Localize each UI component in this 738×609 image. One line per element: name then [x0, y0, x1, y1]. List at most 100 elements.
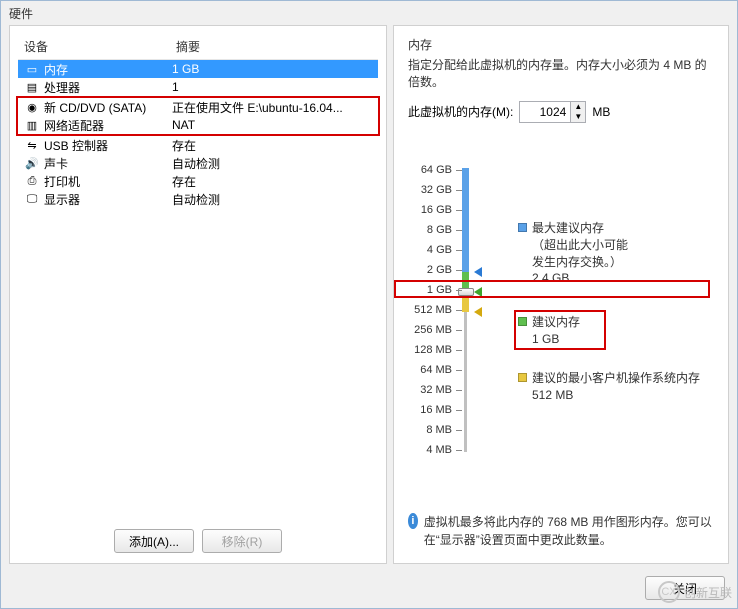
scale-tick-mark [456, 310, 462, 311]
device-name: 声卡 [44, 155, 68, 172]
hardware-dialog: 硬件 设备 摘要 ▭ 内存 1 GB ▤ 处理器 [0, 0, 738, 609]
device-row-sound[interactable]: 🔊 声卡 自动检测 [18, 154, 378, 172]
scale-label: 512 MB [408, 304, 452, 316]
scale-tick-mark [456, 230, 462, 231]
printer-icon: ⎙ [24, 173, 40, 189]
dialog-body: 设备 摘要 ▭ 内存 1 GB ▤ 处理器 1 [9, 25, 729, 564]
device-summary: 自动检测 [172, 191, 372, 208]
note-max-title: 最大建议内存 [532, 221, 604, 235]
scale-tick: 2 GB [408, 262, 462, 278]
device-row-printer[interactable]: ⎙ 打印机 存在 [18, 172, 378, 190]
legend-square-yellow-icon [518, 373, 527, 382]
marker-recommended-icon [474, 287, 482, 297]
memory-value-input[interactable] [520, 102, 570, 122]
scale-tick: 1 GB [408, 282, 462, 298]
scale-tick: 64 MB [408, 362, 462, 378]
scale-tick-mark [456, 190, 462, 191]
memory-section-title: 内存 [408, 36, 714, 53]
device-summary: 1 [172, 80, 372, 94]
display-icon: 🖵 [24, 191, 40, 207]
device-name: 处理器 [44, 79, 80, 96]
device-row-memory[interactable]: ▭ 内存 1 GB [18, 60, 378, 78]
scale-label: 32 GB [408, 184, 452, 196]
cd-icon: ◉ [24, 99, 40, 115]
close-button[interactable]: 关闭 [645, 576, 725, 600]
dialog-footer: 关闭 [1, 568, 737, 608]
scale-label: 16 MB [408, 404, 452, 416]
scale-label: 64 MB [408, 364, 452, 376]
device-action-buttons: 添加(A)... 移除(R) [10, 529, 386, 553]
device-summary: 1 GB [172, 62, 372, 76]
note-rec-value: 1 GB [532, 332, 559, 346]
device-row-network[interactable]: ▥ 网络适配器 NAT [18, 116, 378, 134]
legend-square-green-icon [518, 317, 527, 326]
note-max-line1: （超出此大小可能 [532, 238, 628, 252]
scale-tick: 4 MB [408, 442, 462, 458]
scale-tick-mark [456, 210, 462, 211]
memory-scale[interactable]: 64 GB32 GB16 GB8 GB4 GB2 GB1 GB512 MB256… [408, 162, 488, 462]
usb-icon: ⇋ [24, 137, 40, 153]
note-max: 最大建议内存 （超出此大小可能 发生内存交换。） 2.4 GB [518, 220, 628, 287]
device-list-header: 设备 摘要 [18, 34, 378, 60]
scale-tick-mark [456, 290, 462, 291]
device-row-cpu[interactable]: ▤ 处理器 1 [18, 78, 378, 96]
marker-min-icon [474, 307, 482, 317]
scale-label: 1 GB [408, 284, 452, 296]
legend-square-blue-icon [518, 223, 527, 232]
scale-tick-mark [456, 250, 462, 251]
add-button[interactable]: 添加(A)... [114, 529, 194, 553]
note-min: 建议的最小客户机操作系统内存 512 MB [518, 370, 700, 404]
scale-tick-mark [456, 450, 462, 451]
column-device: 设备 [24, 38, 176, 55]
device-name: 网络适配器 [44, 117, 104, 134]
device-summary: 自动检测 [172, 155, 372, 172]
scale-label: 32 MB [408, 384, 452, 396]
column-summary: 摘要 [176, 38, 200, 55]
memory-settings-panel: 内存 指定分配给此虚拟机的内存量。内存大小必须为 4 MB 的倍数。 此虚拟机的… [393, 25, 729, 564]
device-name: 新 CD/DVD (SATA) [44, 99, 146, 116]
network-icon: ▥ [24, 117, 40, 133]
scale-tick-mark [456, 390, 462, 391]
info-icon: i [408, 513, 418, 529]
scale-label: 256 MB [408, 324, 452, 336]
note-recommended: 建议内存 1 GB [518, 314, 580, 348]
device-summary: 正在使用文件 E:\ubuntu-16.04... [172, 99, 372, 116]
scale-label: 8 MB [408, 424, 452, 436]
scale-label: 128 MB [408, 344, 452, 356]
memory-input-label: 此虚拟机的内存(M): [408, 103, 513, 120]
device-row-display[interactable]: 🖵 显示器 自动检测 [18, 190, 378, 208]
scale-tick: 16 GB [408, 202, 462, 218]
note-min-value: 512 MB [532, 388, 573, 402]
memory-input-row: 此虚拟机的内存(M): ▲ ▼ MB [408, 101, 714, 123]
highlighted-devices: ◉ 新 CD/DVD (SATA) 正在使用文件 E:\ubuntu-16.04… [16, 96, 380, 136]
sound-icon: 🔊 [24, 155, 40, 171]
memory-info-text: 虚拟机最多将此内存的 768 MB 用作图形内存。您可以在“显示器”设置页面中更… [424, 513, 714, 549]
spinner-up-icon[interactable]: ▲ [571, 102, 585, 112]
device-row-cd[interactable]: ◉ 新 CD/DVD (SATA) 正在使用文件 E:\ubuntu-16.04… [18, 98, 378, 116]
memory-info-note: i 虚拟机最多将此内存的 768 MB 用作图形内存。您可以在“显示器”设置页面… [408, 513, 714, 549]
dialog-title: 硬件 [1, 1, 737, 25]
scale-label: 16 GB [408, 204, 452, 216]
memory-icon: ▭ [24, 61, 40, 77]
scale-tick-mark [456, 410, 462, 411]
scale-tick: 4 GB [408, 242, 462, 258]
scale-tick-mark [456, 170, 462, 171]
scale-tick: 512 MB [408, 302, 462, 318]
spinner-arrows[interactable]: ▲ ▼ [570, 102, 585, 122]
memory-description: 指定分配给此虚拟机的内存量。内存大小必须为 4 MB 的倍数。 [408, 57, 714, 91]
note-rec-title: 建议内存 [532, 315, 580, 329]
device-list-panel: 设备 摘要 ▭ 内存 1 GB ▤ 处理器 1 [9, 25, 387, 564]
marker-max-icon [474, 267, 482, 277]
scale-tick: 32 MB [408, 382, 462, 398]
spinner-down-icon[interactable]: ▼ [571, 112, 585, 122]
scale-tick-mark [456, 270, 462, 271]
scale-tick: 8 MB [408, 422, 462, 438]
memory-unit: MB [592, 105, 610, 119]
memory-scale-area: 64 GB32 GB16 GB8 GB4 GB2 GB1 GB512 MB256… [408, 162, 708, 462]
device-row-usb[interactable]: ⇋ USB 控制器 存在 [18, 136, 378, 154]
scale-label: 4 MB [408, 444, 452, 456]
scale-tick: 128 MB [408, 342, 462, 358]
scale-label: 64 GB [408, 164, 452, 176]
note-max-value: 2.4 GB [532, 271, 569, 285]
memory-spinner[interactable]: ▲ ▼ [519, 101, 586, 123]
